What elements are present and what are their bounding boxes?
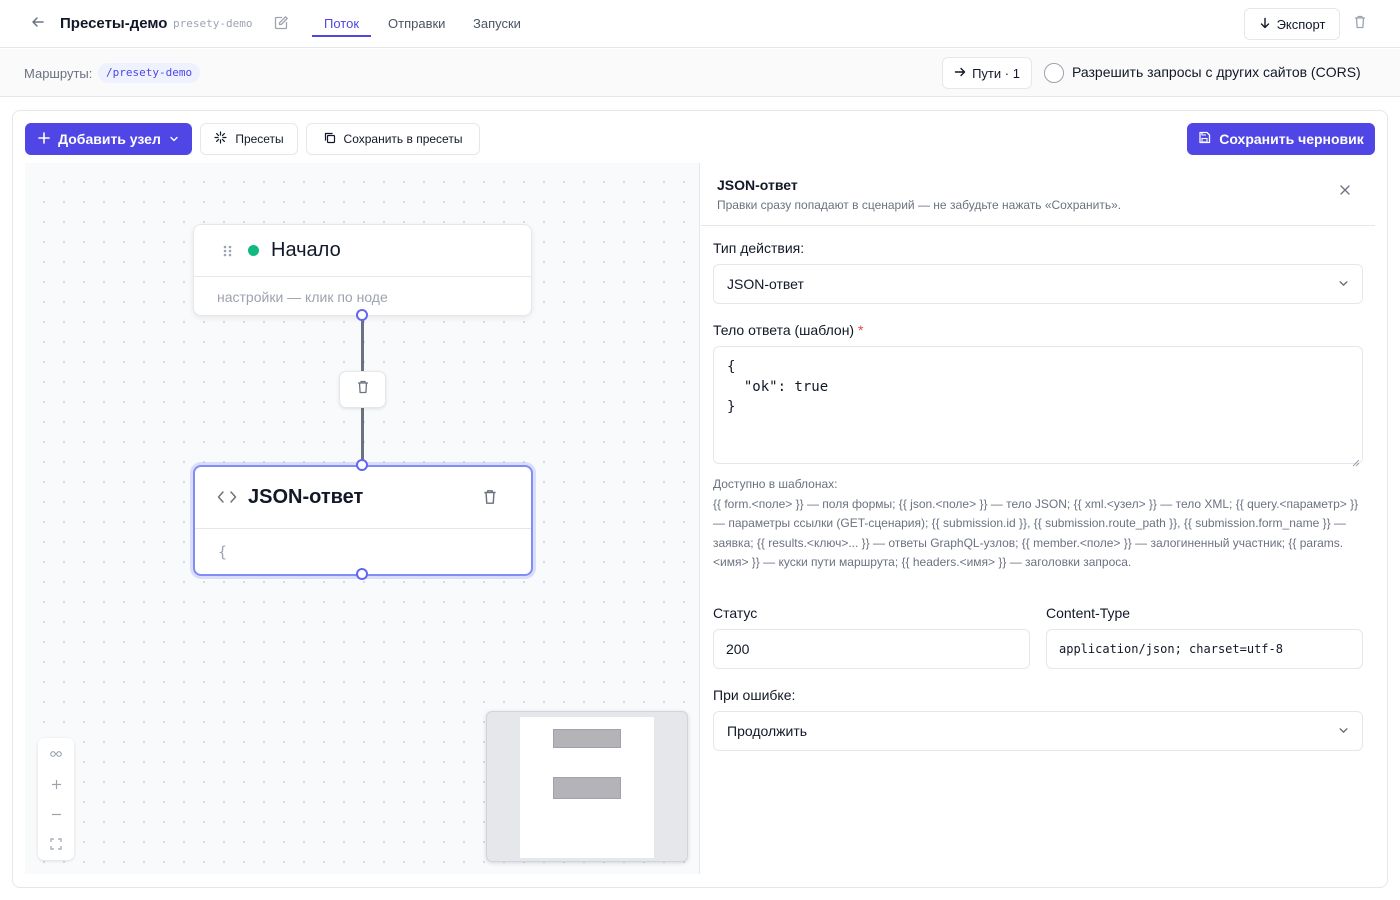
json-node-input-handle[interactable]	[356, 459, 368, 471]
edge-line	[361, 408, 364, 465]
fit-view-icon[interactable]	[38, 829, 74, 859]
presets-label: Пресеты	[235, 132, 284, 146]
on-error-select[interactable]: Продолжить	[713, 711, 1363, 751]
flow-canvas[interactable]: Начало настройки — клик по ноде JSON-отв…	[25, 163, 700, 874]
json-node-title: JSON-ответ	[248, 486, 364, 508]
save-draft-button[interactable]: Сохранить черновик	[1187, 123, 1375, 155]
panel-divider	[701, 225, 1375, 226]
chevron-down-icon	[169, 131, 179, 147]
edge-delete-button[interactable]	[339, 371, 386, 408]
resize-handle-icon[interactable]	[1352, 453, 1360, 467]
edge-line	[361, 315, 364, 371]
save-icon	[1198, 131, 1211, 147]
minimap-node	[553, 729, 621, 748]
chevron-down-icon	[1338, 276, 1349, 292]
template-help-text: {{ form.<поле> }} — поля формы; {{ json.…	[713, 496, 1359, 570]
active-tab-indicator	[312, 35, 371, 37]
route-chip[interactable]: /presety-demo	[98, 63, 201, 83]
tab-runs[interactable]: Запуски	[473, 16, 521, 31]
add-node-button[interactable]: Добавить узел	[25, 123, 192, 155]
top-header: Пресеты-демо presety-demo Поток Отправки…	[0, 0, 1400, 48]
zoom-in-icon[interactable]	[38, 769, 74, 799]
minimap-node	[553, 777, 621, 799]
status-label: Статус	[713, 605, 758, 621]
body-template-value: { "ok": true }	[727, 359, 829, 415]
tab-submissions[interactable]: Отправки	[388, 16, 445, 31]
export-button[interactable]: Экспорт	[1244, 8, 1340, 40]
start-node-title: Начало	[271, 239, 341, 261]
node-divider	[194, 276, 531, 277]
routes-label: Маршруты:	[24, 66, 93, 81]
cors-checkbox[interactable]	[1044, 63, 1064, 83]
action-type-label: Тип действия:	[713, 240, 805, 256]
copy-icon	[324, 132, 336, 147]
sparkle-icon	[214, 131, 227, 147]
presets-button[interactable]: Пресеты	[200, 123, 298, 155]
tab-flow[interactable]: Поток	[324, 16, 359, 31]
minimap[interactable]	[486, 711, 688, 862]
zoom-out-icon[interactable]	[38, 799, 74, 829]
required-mark: *	[857, 322, 864, 338]
trash-icon[interactable]	[1352, 14, 1372, 34]
action-type-select[interactable]: JSON-ответ	[713, 264, 1363, 304]
content-type-value: application/json; charset=utf-8	[1059, 642, 1283, 656]
zoom-controls	[38, 738, 74, 860]
panel-hint: Правки сразу попадают в сценарий — не за…	[717, 198, 1122, 212]
json-node-preview: {	[218, 543, 228, 561]
node-settings-panel: JSON-ответ Правки сразу попадают в сцена…	[701, 163, 1375, 874]
arrow-right-icon	[954, 66, 966, 81]
template-help: Доступно в шаблонах: {{ form.<поле> }} —…	[713, 475, 1363, 573]
start-node[interactable]: Начало настройки — клик по ноде	[193, 224, 532, 316]
plus-icon	[38, 131, 50, 147]
body-label: Тело ответа (шаблон) *	[713, 322, 863, 338]
arrow-left-icon[interactable]	[28, 14, 48, 34]
trash-icon	[355, 379, 371, 400]
paths-label: Пути · 1	[972, 65, 1020, 81]
pencil-icon[interactable]	[273, 15, 291, 33]
chevron-down-icon	[1338, 723, 1349, 739]
action-type-value: JSON-ответ	[727, 276, 804, 292]
export-label: Экспорт	[1276, 16, 1326, 32]
content-type-label: Content-Type	[1046, 605, 1131, 621]
arrow-down-icon	[1259, 17, 1271, 32]
save-draft-label: Сохранить черновик	[1219, 131, 1364, 147]
body-template-textarea[interactable]: { "ok": true }	[713, 346, 1363, 467]
drag-handle-icon[interactable]	[222, 244, 234, 258]
panel-title: JSON-ответ	[717, 177, 798, 193]
content-type-input[interactable]: application/json; charset=utf-8	[1046, 629, 1363, 669]
start-node-subtitle: настройки — клик по ноде	[217, 289, 388, 305]
json-node-output-handle[interactable]	[356, 568, 368, 580]
close-icon[interactable]	[1335, 180, 1355, 200]
on-error-value: Продолжить	[727, 723, 808, 739]
node-divider	[195, 528, 531, 529]
trash-icon[interactable]	[481, 488, 499, 511]
template-help-title: Доступно в шаблонах:	[713, 477, 838, 491]
page-slug: presety-demo	[173, 17, 253, 30]
page-title: Пресеты-демо	[60, 15, 168, 32]
save-to-presets-button[interactable]: Сохранить в пресеты	[306, 123, 480, 155]
status-value: 200	[726, 641, 750, 657]
body-label-text: Тело ответа (шаблон)	[713, 322, 855, 338]
add-node-label: Добавить узел	[58, 131, 161, 147]
paths-button[interactable]: Пути · 1	[942, 57, 1032, 89]
routes-bar: Маршруты: /presety-demo Пути · 1 Разреши…	[0, 49, 1400, 97]
start-node-output-handle[interactable]	[356, 309, 368, 321]
link-icon[interactable]	[38, 739, 74, 769]
save-to-presets-label: Сохранить в пресеты	[343, 132, 463, 146]
code-icon	[217, 489, 237, 510]
on-error-label: При ошибке:	[713, 687, 796, 703]
status-input[interactable]: 200	[713, 629, 1030, 669]
json-response-node[interactable]: JSON-ответ {	[193, 465, 533, 576]
status-dot	[248, 245, 259, 256]
cors-label: Разрешить запросы с других сайтов (CORS)	[1072, 64, 1361, 80]
